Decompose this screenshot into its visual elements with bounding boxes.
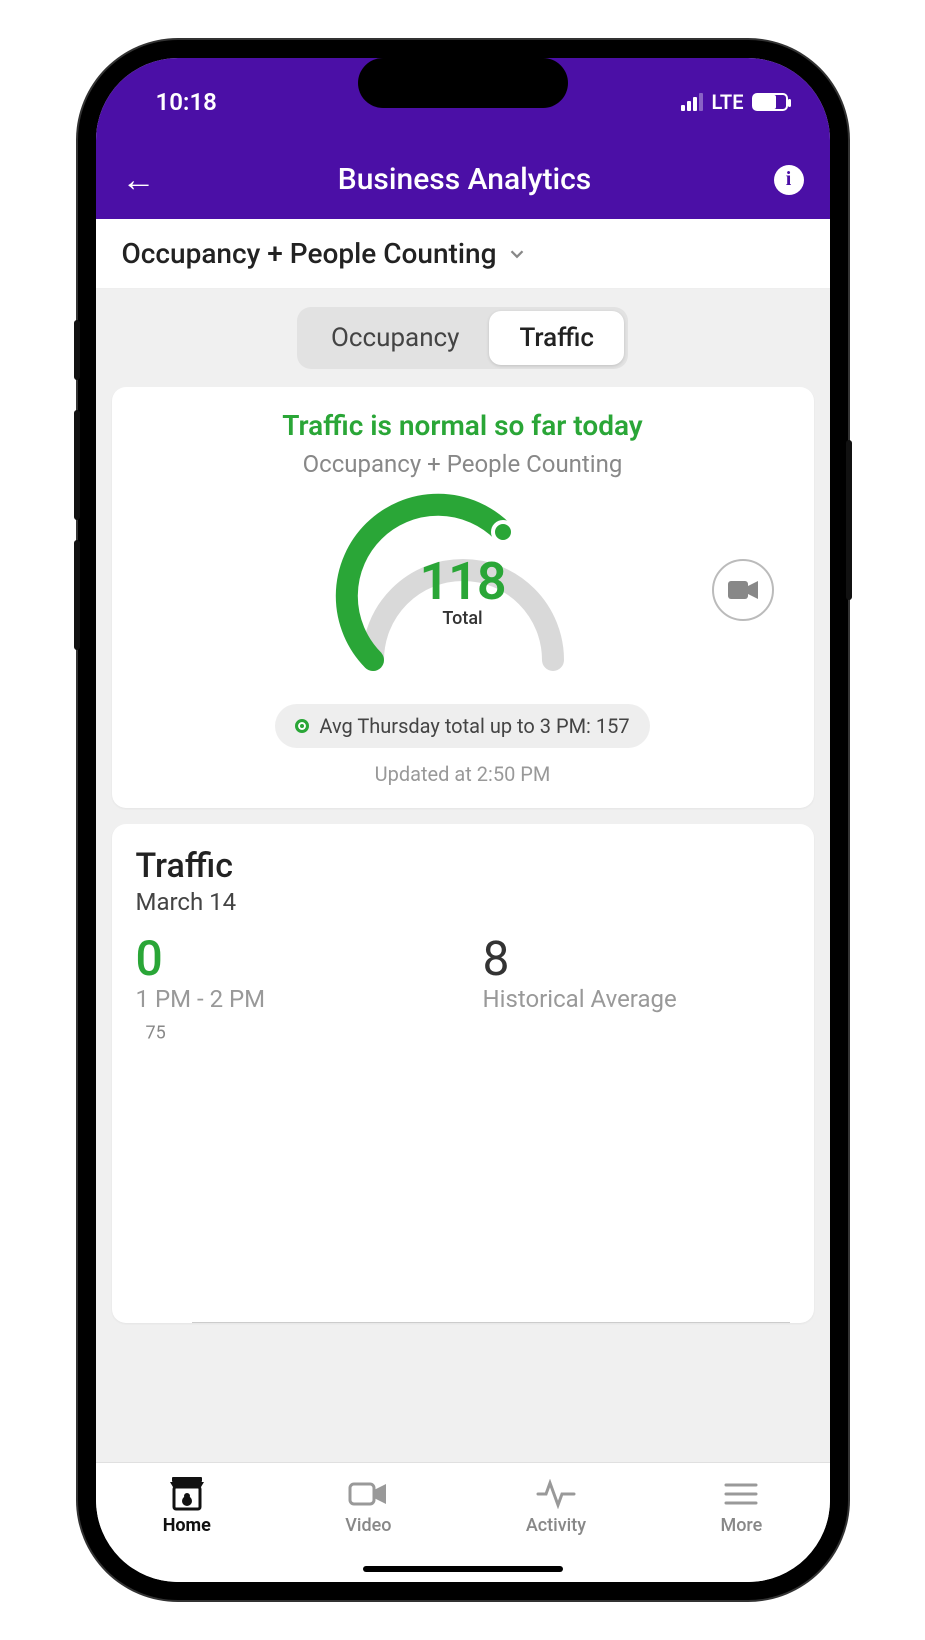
nav-activity[interactable]: Activity — [526, 1477, 586, 1536]
segmented-control: Occupancy Traffic — [297, 307, 628, 369]
info-icon[interactable]: i — [774, 165, 804, 195]
nav-video-label: Video — [345, 1515, 391, 1536]
traffic-gauge: 118 Total — [333, 490, 593, 690]
back-arrow-icon[interactable]: ← — [122, 163, 156, 197]
segmented-wrap: Occupancy Traffic — [96, 289, 830, 387]
status-right: LTE — [681, 90, 787, 114]
hist-label: Historical Average — [483, 985, 790, 1013]
more-icon — [721, 1477, 761, 1511]
current-range: 1 PM - 2 PM — [136, 985, 443, 1013]
status-headline: Traffic is normal so far today — [134, 409, 792, 442]
nav-home[interactable]: Home — [163, 1477, 211, 1536]
dropdown-label: Occupancy + People Counting — [122, 237, 497, 270]
tab-traffic[interactable]: Traffic — [489, 311, 624, 365]
camera-button[interactable] — [712, 559, 774, 621]
gauge-value: 118 — [419, 551, 505, 612]
camera-icon — [728, 579, 758, 601]
traffic-title: Traffic — [136, 846, 790, 886]
summary-card: Traffic is normal so far today Occupancy… — [112, 387, 814, 808]
network-label: LTE — [711, 90, 743, 114]
hist-value: 8 — [483, 930, 790, 987]
video-icon — [348, 1477, 388, 1511]
home-icon — [167, 1477, 207, 1511]
pill-dot-icon — [295, 719, 309, 733]
updated-text: Updated at 2:50 PM — [134, 762, 792, 786]
avg-pill: Avg Thursday total up to 3 PM: 157 — [275, 704, 649, 748]
signal-icon — [681, 93, 703, 111]
tab-occupancy[interactable]: Occupancy — [301, 311, 489, 365]
nav-more[interactable]: More — [720, 1477, 762, 1536]
activity-icon — [536, 1477, 576, 1511]
page-title: Business Analytics — [338, 162, 591, 197]
avg-text: Avg Thursday total up to 3 PM: 157 — [319, 714, 629, 738]
nav-activity-label: Activity — [526, 1515, 586, 1536]
traffic-chart[interactable]: 75 — [136, 1033, 790, 1323]
app-header: ← Business Analytics i — [96, 146, 830, 219]
status-subtitle: Occupancy + People Counting — [134, 450, 792, 478]
traffic-card: Traffic March 14 0 1 PM - 2 PM 8 Histori… — [112, 824, 814, 1323]
metric-dropdown[interactable]: Occupancy + People Counting — [96, 219, 830, 289]
traffic-date: March 14 — [136, 888, 790, 916]
nav-video[interactable]: Video — [345, 1477, 391, 1536]
chevron-down-icon — [506, 243, 528, 265]
y-tick-75: 75 — [146, 1023, 166, 1044]
battery-icon — [752, 93, 788, 111]
nav-home-label: Home — [163, 1515, 211, 1536]
current-value: 0 — [136, 930, 443, 987]
bottom-nav: Home Video Activity More — [96, 1462, 830, 1582]
home-indicator[interactable] — [363, 1566, 563, 1572]
clock: 10:18 — [156, 88, 217, 116]
nav-more-label: More — [720, 1515, 762, 1536]
